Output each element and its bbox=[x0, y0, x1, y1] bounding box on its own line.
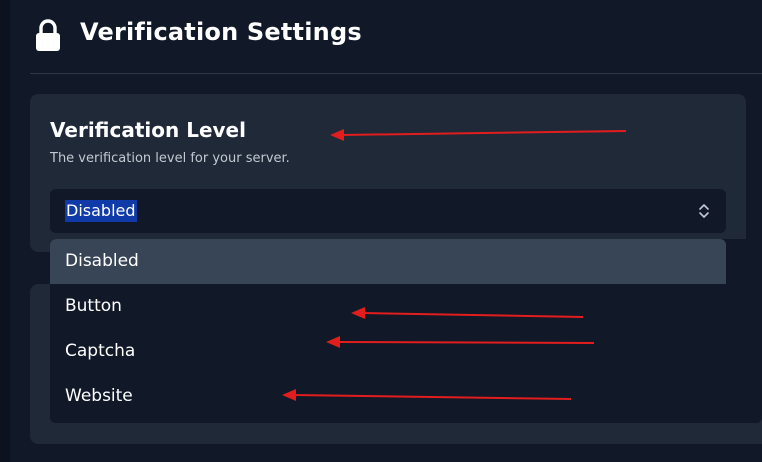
verification-level-dropdown: Disabled Button Captcha Website bbox=[50, 239, 762, 423]
dropdown-option-disabled[interactable]: Disabled bbox=[50, 239, 726, 284]
left-edge-strip bbox=[0, 0, 10, 462]
select-value: Disabled bbox=[65, 200, 137, 222]
lock-icon bbox=[36, 19, 60, 51]
dropdown-option-captcha[interactable]: Captcha bbox=[50, 329, 726, 374]
header-divider bbox=[30, 73, 762, 74]
dropdown-option-website[interactable]: Website bbox=[50, 374, 726, 419]
dropdown-option-button[interactable]: Button bbox=[50, 284, 726, 329]
page-title: Verification Settings bbox=[80, 18, 362, 46]
card-title: Verification Level bbox=[50, 118, 246, 142]
verification-level-select[interactable]: Disabled bbox=[50, 189, 726, 233]
chevron-up-down-icon bbox=[699, 204, 709, 218]
page-header: Verification Settings bbox=[30, 0, 762, 74]
verification-level-card: Verification Level The verification leve… bbox=[30, 94, 746, 252]
card-description: The verification level for your server. bbox=[50, 151, 290, 166]
